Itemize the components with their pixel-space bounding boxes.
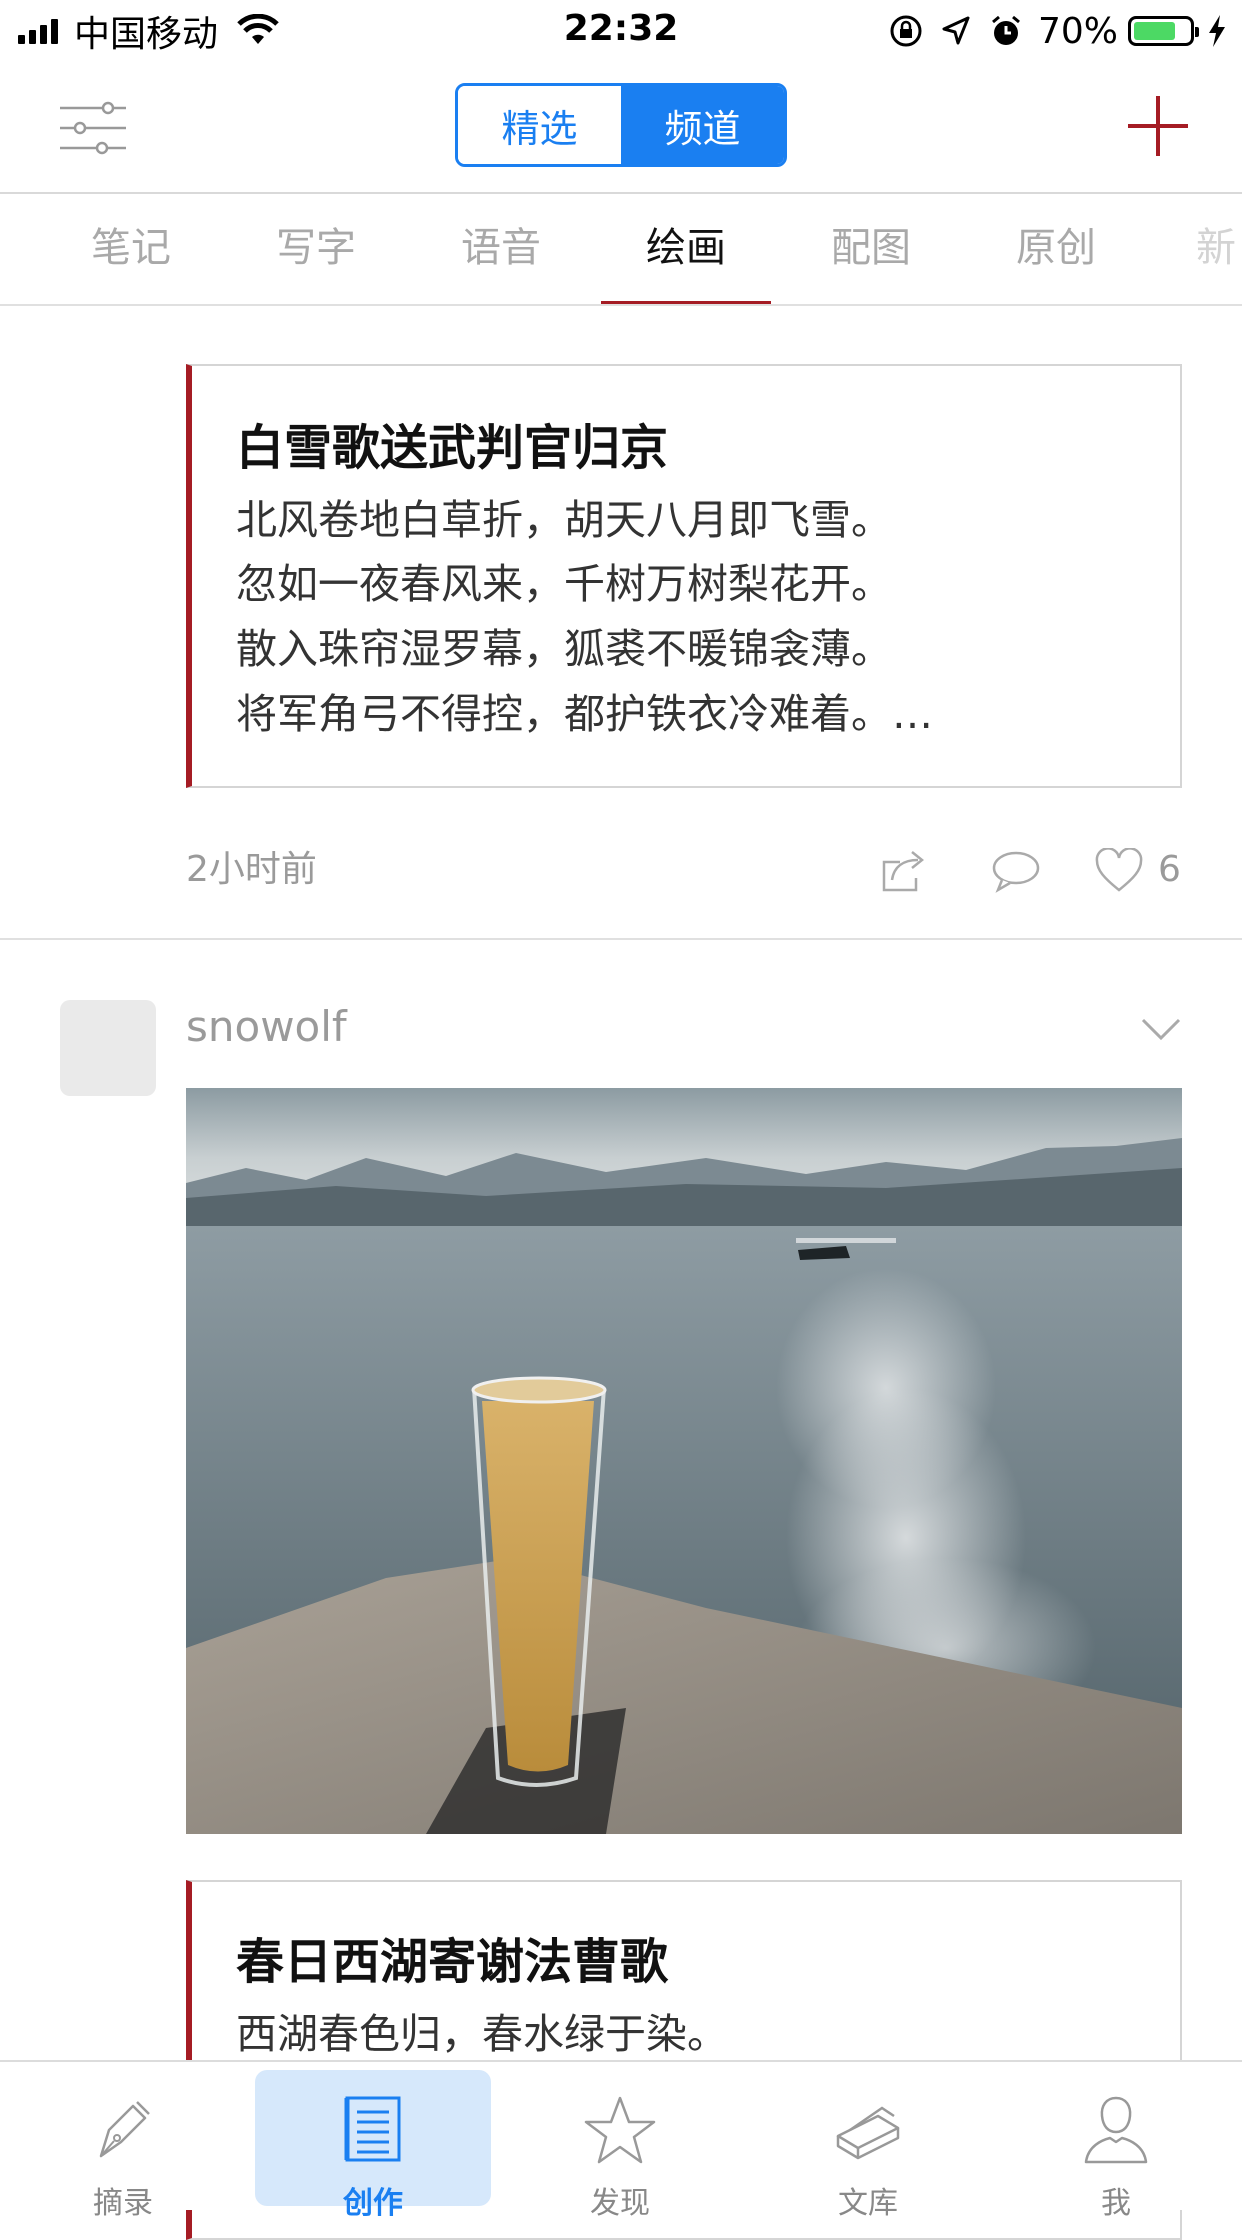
tab-voice[interactable]: 语音: [416, 192, 586, 304]
post-line: 忽如一夜春风来，千树万树梨花开。: [236, 560, 892, 608]
channel-tabs: 笔记 写字 语音 绘画 配图 原创 新: [0, 192, 1242, 306]
tab-illustration[interactable]: 配图: [786, 192, 956, 304]
tab-painting[interactable]: 绘画: [601, 192, 771, 304]
share-icon[interactable]: [880, 848, 928, 894]
post-title: 白雪歌送武判官归京: [236, 420, 669, 476]
segment-featured[interactable]: 精选: [458, 86, 621, 164]
tab-label: 发现: [590, 2186, 650, 2221]
charging-icon: [1209, 15, 1225, 47]
post-line: 散入珠帘湿罗幕，狐裘不暖锦衾薄。: [236, 625, 892, 673]
post-line: 将军角弓不得控，都护铁衣冷难着。…: [236, 690, 933, 738]
battery-icon: [1128, 16, 1199, 46]
post-title: 春日西湖寄谢法曹歌: [236, 1934, 669, 1990]
like-count: 6: [1158, 849, 1181, 890]
star-icon: [584, 2096, 656, 2164]
add-icon[interactable]: [1126, 94, 1190, 158]
post-meta: 2小时前 6: [0, 840, 1242, 900]
post-photo[interactable]: [186, 1088, 1182, 1834]
tab-discover[interactable]: 发现: [502, 2070, 738, 2221]
nav-bar: 精选 频道: [0, 62, 1242, 194]
segment-channels[interactable]: 频道: [621, 86, 784, 164]
tab-label: 我: [1101, 2186, 1131, 2221]
location-icon: [942, 16, 970, 45]
tab-label: 文库: [838, 2186, 898, 2221]
comment-icon[interactable]: [990, 848, 1042, 894]
bottom-tab-bar: 摘录 创作 发现 文库 我: [0, 2060, 1242, 2221]
tab-notes[interactable]: 笔记: [46, 192, 216, 304]
heart-icon[interactable]: [1094, 848, 1144, 894]
username[interactable]: snowolf: [186, 1002, 347, 1051]
user-icon: [1084, 2096, 1148, 2164]
books-icon: [836, 2106, 900, 2160]
chevron-down-icon[interactable]: [1140, 1010, 1182, 1046]
tab-new[interactable]: 新: [1156, 192, 1242, 304]
filter-settings-icon[interactable]: [60, 100, 126, 156]
post-time: 2小时前: [186, 849, 317, 890]
alarm-icon: [992, 15, 1020, 45]
tab-label: 创作: [343, 2186, 403, 2221]
tab-writing[interactable]: 写字: [231, 192, 401, 304]
status-bar: 中国移动 22:32 70%: [0, 0, 1242, 62]
active-tab-indicator: [601, 301, 771, 304]
tab-create[interactable]: 创作: [255, 2070, 491, 2221]
post-quote-card[interactable]: 白雪歌送武判官归京 北风卷地白草折，胡天八月即飞雪。 忽如一夜春风来，千树万树梨…: [186, 364, 1182, 788]
segmented-control: 精选 频道: [455, 83, 787, 167]
divider: [0, 938, 1242, 940]
tab-me[interactable]: 我: [998, 2070, 1234, 2221]
tab-label: 摘录: [93, 2186, 153, 2221]
document-icon: [344, 2096, 401, 2162]
avatar[interactable]: [60, 1000, 156, 1096]
tab-original[interactable]: 原创: [971, 192, 1141, 304]
orientation-lock-icon: [890, 15, 922, 47]
post-line: 北风卷地白草折，胡天八月即飞雪。: [236, 496, 892, 544]
tab-library[interactable]: 文库: [750, 2070, 986, 2221]
post-line: 西湖春色归，春水绿于染。: [236, 2010, 728, 2058]
battery-percent: 70%: [1037, 10, 1118, 52]
tab-excerpts[interactable]: 摘录: [5, 2070, 241, 2221]
pen-nib-icon: [99, 2101, 150, 2158]
